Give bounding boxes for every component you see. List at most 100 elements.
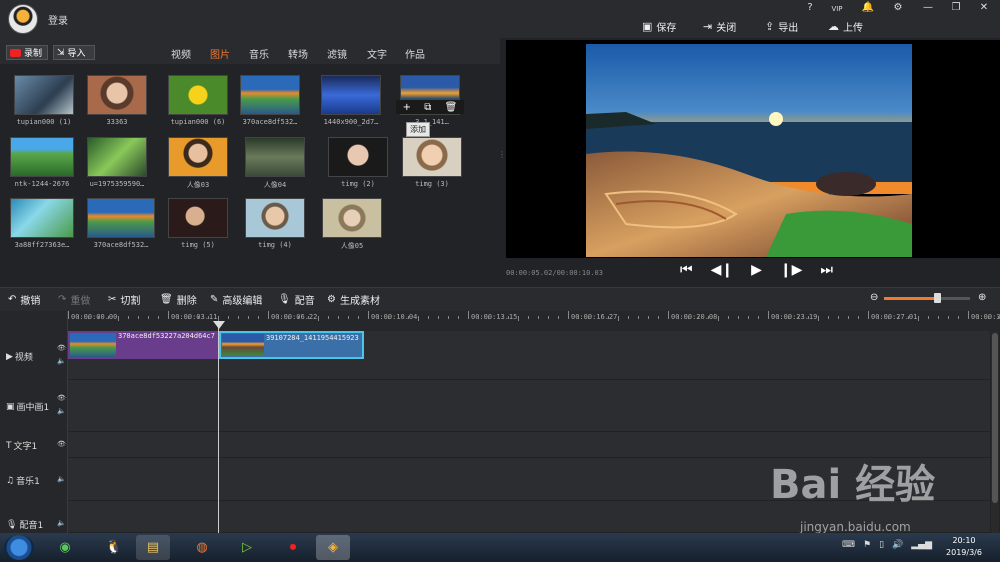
media-thumb[interactable] bbox=[168, 198, 228, 238]
timeline-clip[interactable]: 370ace8df53227a204d64c7 bbox=[68, 331, 218, 359]
zoom-in-icon[interactable]: ⊕ bbox=[978, 292, 986, 303]
firefox-icon[interactable]: ◍ bbox=[185, 535, 219, 560]
ruler-minor-tick bbox=[658, 316, 659, 319]
thumb-hover-actions: + ⧉ 🗑 bbox=[396, 100, 464, 114]
ruler-minor-tick bbox=[148, 316, 149, 319]
tab-filters[interactable]: 滤镜 bbox=[327, 46, 347, 61]
voiceover-button[interactable]: 🎙 配音 bbox=[278, 292, 315, 307]
browser-icon[interactable]: ◉ bbox=[48, 535, 82, 560]
ruler-minor-tick bbox=[208, 316, 209, 319]
explorer-icon[interactable]: ▤ bbox=[136, 535, 170, 560]
media-player-icon[interactable]: ▷ bbox=[230, 535, 264, 560]
video-editor-app: 登录 ? VIP 🔔 ⚙ — ❐ ✕ ▣ 保存 ⇥ 关闭 ⇪ 导出 ☁ 上传 录制 ⇲ 导… bbox=[0, 0, 1000, 562]
panel-splitter[interactable]: ⋮ bbox=[498, 150, 506, 159]
media-thumb[interactable] bbox=[328, 137, 388, 177]
video-editor-taskbar-icon[interactable]: ◈ bbox=[316, 535, 350, 560]
export-button[interactable]: ⇪ 导出 bbox=[765, 19, 798, 34]
speaker-icon[interactable]: 🔈 bbox=[57, 407, 66, 415]
media-thumb[interactable] bbox=[322, 198, 382, 238]
trash-icon[interactable]: 🗑 bbox=[445, 102, 458, 113]
playhead-handle[interactable] bbox=[213, 321, 225, 329]
import-button[interactable]: ⇲ 导入 bbox=[53, 45, 95, 60]
settings-icon[interactable]: ⚙ bbox=[888, 2, 908, 13]
save-button[interactable]: ▣ 保存 bbox=[642, 19, 676, 34]
redo-button[interactable]: ↷ 重做 bbox=[58, 292, 90, 307]
tab-text[interactable]: 文字 bbox=[367, 46, 387, 61]
pip-track[interactable] bbox=[68, 380, 990, 432]
speaker-icon[interactable]: 🔈 bbox=[57, 475, 66, 483]
media-thumb[interactable] bbox=[10, 198, 74, 238]
prev-frame-icon[interactable]: ◀❙ bbox=[711, 262, 734, 278]
tab-transitions[interactable]: 转场 bbox=[288, 46, 308, 61]
speaker-icon[interactable]: 🔈 bbox=[57, 357, 66, 365]
avatar[interactable] bbox=[8, 4, 38, 34]
close-button[interactable]: ⇥ 关闭 bbox=[703, 19, 736, 34]
add-icon[interactable]: + bbox=[403, 102, 411, 113]
tab-images[interactable]: 图片 bbox=[210, 46, 230, 66]
tab-video[interactable]: 视频 bbox=[171, 46, 191, 61]
ruler-minor-tick bbox=[388, 316, 389, 319]
skip-start-icon[interactable]: ⏮ bbox=[680, 262, 693, 278]
close-window-button[interactable]: ✕ bbox=[974, 2, 994, 13]
start-button[interactable] bbox=[4, 535, 34, 560]
media-thumb[interactable] bbox=[321, 75, 381, 115]
play-icon[interactable]: ▶ bbox=[751, 262, 762, 278]
zoom-slider-handle[interactable] bbox=[934, 293, 941, 303]
ruler-minor-tick bbox=[428, 316, 429, 319]
eye-icon[interactable]: 👁 bbox=[57, 394, 66, 402]
skip-end-icon[interactable]: ⏭ bbox=[820, 262, 833, 278]
help-button[interactable]: ? bbox=[800, 2, 820, 13]
timeline-scrollbar-thumb[interactable] bbox=[992, 333, 998, 503]
media-thumb[interactable] bbox=[402, 137, 462, 177]
maximize-button[interactable]: ❐ bbox=[946, 2, 966, 13]
cut-button[interactable]: ✂ 切割 bbox=[108, 292, 140, 307]
bell-icon[interactable]: 🔔 bbox=[858, 2, 878, 13]
taskbar-clock[interactable]: 20:10 2019/3/6 bbox=[934, 535, 994, 559]
playhead[interactable] bbox=[218, 322, 219, 533]
media-thumb[interactable] bbox=[168, 137, 228, 177]
record-button[interactable]: 录制 bbox=[6, 45, 48, 60]
zoom-out-icon[interactable]: ⊖ bbox=[870, 292, 878, 303]
ruler-minor-tick bbox=[128, 316, 129, 319]
advanced-edit-button[interactable]: ✎ 高级编辑 bbox=[210, 292, 262, 307]
device-icon[interactable]: ▯ bbox=[879, 540, 884, 550]
keyboard-icon[interactable]: ⌨ bbox=[842, 540, 855, 550]
delete-button[interactable]: 🗑 删除 bbox=[160, 292, 197, 307]
eye-icon[interactable]: 👁 bbox=[57, 440, 66, 448]
media-thumb[interactable] bbox=[168, 75, 228, 115]
cut-icon: ✂ bbox=[108, 294, 117, 305]
media-label: 人像05 bbox=[340, 242, 364, 250]
minimize-button[interactable]: — bbox=[918, 2, 938, 13]
media-thumb[interactable] bbox=[10, 137, 74, 177]
qq-icon[interactable]: 🐧 bbox=[97, 535, 131, 560]
media-thumb[interactable] bbox=[14, 75, 74, 115]
media-thumb[interactable] bbox=[240, 75, 300, 115]
close-icon: ⇥ bbox=[703, 20, 713, 33]
media-thumb[interactable] bbox=[87, 198, 155, 238]
speaker-icon[interactable]: 🔈 bbox=[57, 519, 66, 527]
timeline-ruler[interactable]: 00:00:00.00 00:00:03.11 00:00:06.22 00:00:1… bbox=[68, 311, 1000, 331]
recorder-icon[interactable]: ⏺ bbox=[276, 535, 310, 560]
generate-icon: ⚙ bbox=[327, 294, 336, 305]
ruler-minor-tick bbox=[528, 316, 529, 319]
media-thumb[interactable] bbox=[245, 137, 305, 177]
media-thumb[interactable] bbox=[87, 75, 147, 115]
ruler-minor-tick bbox=[778, 316, 779, 319]
media-thumb[interactable] bbox=[245, 198, 305, 238]
media-thumb[interactable] bbox=[87, 137, 147, 177]
vip-icon[interactable]: VIP bbox=[827, 5, 847, 13]
next-frame-icon[interactable]: ❙▶ bbox=[780, 262, 803, 278]
volume-icon[interactable]: 🔊 bbox=[892, 540, 903, 550]
network-icon[interactable]: ▂▄▆ bbox=[911, 540, 932, 550]
upload-button[interactable]: ☁ 上传 bbox=[828, 19, 863, 34]
flag-icon[interactable]: ⚑ bbox=[863, 540, 871, 550]
login-link[interactable]: 登录 bbox=[48, 12, 68, 27]
media-label: timg (2) bbox=[341, 180, 375, 188]
timeline-clip-selected[interactable]: 39107284_1411954415923 bbox=[219, 331, 364, 359]
generate-button[interactable]: ⚙ 生成素材 bbox=[327, 292, 380, 307]
tab-works[interactable]: 作品 bbox=[405, 46, 425, 61]
eye-icon[interactable]: 👁 bbox=[57, 344, 66, 352]
tab-music[interactable]: 音乐 bbox=[249, 46, 269, 61]
replace-icon[interactable]: ⧉ bbox=[424, 102, 431, 113]
undo-button[interactable]: ↶ 撤销 bbox=[8, 292, 40, 307]
